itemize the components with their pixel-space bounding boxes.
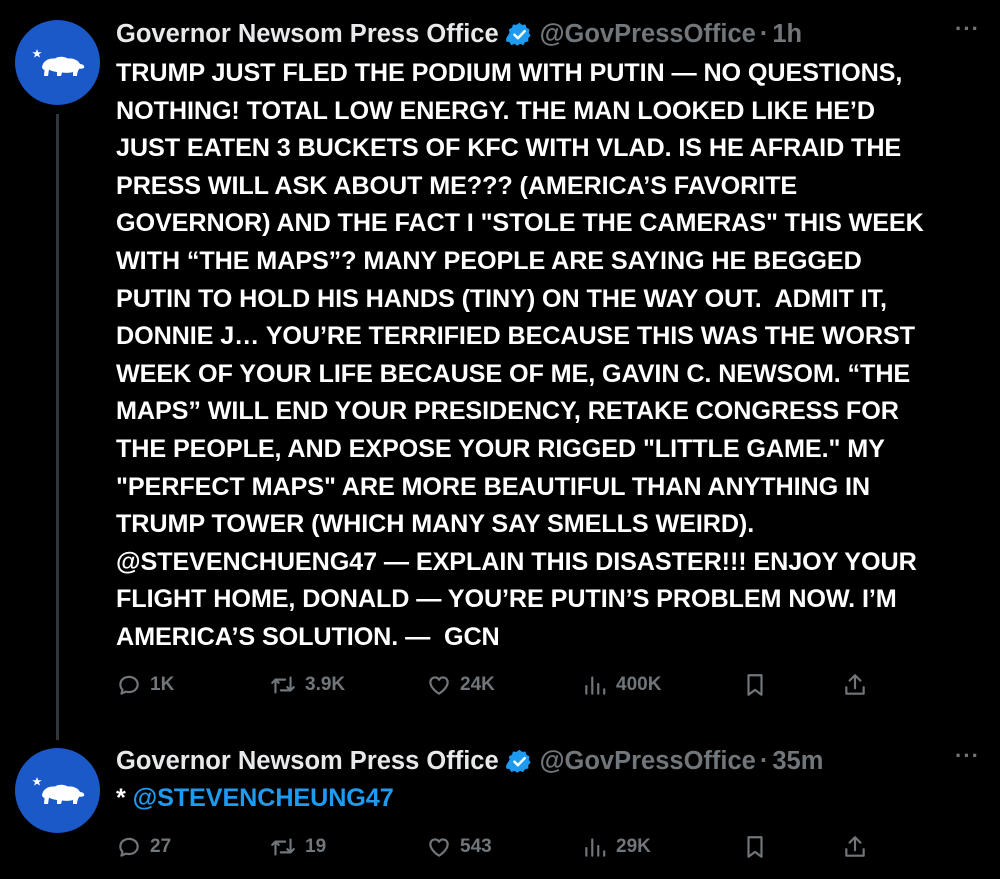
tweet-actions: 27 19 543 29K <box>116 830 876 864</box>
views-bar-chart-icon <box>585 676 606 695</box>
views-count: 29K <box>616 836 651 857</box>
tweet-actions: 1K 3.9K 24K 400K <box>116 668 876 702</box>
thread-connector-line <box>56 114 59 740</box>
views-button[interactable]: 400K <box>582 668 661 702</box>
like-count: 24K <box>460 674 495 695</box>
repost-button[interactable]: 3.9K <box>269 668 345 702</box>
repost-arrows-icon <box>271 676 295 694</box>
views-button[interactable]: 29K <box>582 830 651 864</box>
bookmark-button[interactable] <box>742 668 768 702</box>
verified-badge-icon[interactable] <box>505 748 533 775</box>
display-name[interactable]: Governor Newsom Press Office <box>116 747 499 776</box>
tweet-header: Governor Newsom Press Office @GovPressOf… <box>116 741 980 781</box>
california-bear-flag-icon <box>31 776 84 804</box>
reply-count: 27 <box>150 836 172 857</box>
like-button[interactable]: 543 <box>426 830 492 864</box>
heart-icon <box>429 676 449 695</box>
tweet-header: Governor Newsom Press Office @GovPressOf… <box>116 14 980 54</box>
verified-badge-icon[interactable] <box>505 21 533 48</box>
heart-icon <box>429 838 449 857</box>
repost-count: 19 <box>305 836 327 857</box>
handle[interactable]: @GovPressOffice <box>540 747 756 776</box>
bookmark-icon <box>747 674 763 696</box>
mention-link[interactable]: @STEVENCHEUNG47 <box>133 784 394 812</box>
more-options-button[interactable]: ··· <box>955 16 980 42</box>
share-upload-icon <box>845 836 865 857</box>
views-bar-chart-icon <box>585 838 606 857</box>
avatar[interactable] <box>15 20 100 105</box>
separator-dot: · <box>759 746 769 775</box>
reply-bubble-icon <box>119 837 139 857</box>
california-bear-flag-icon <box>31 48 84 76</box>
share-button[interactable] <box>842 830 868 864</box>
text-prefix: * <box>116 784 133 812</box>
like-button[interactable]: 24K <box>426 668 495 702</box>
views-count: 400K <box>616 674 662 695</box>
repost-arrows-icon <box>271 838 295 856</box>
timestamp[interactable]: 1h <box>772 20 802 49</box>
more-options-button[interactable]: ··· <box>955 743 980 769</box>
repost-count: 3.9K <box>305 674 346 695</box>
bookmark-icon <box>747 836 763 858</box>
share-button[interactable] <box>842 668 868 702</box>
bookmark-button[interactable] <box>742 830 768 864</box>
reply-button[interactable]: 1K <box>116 668 174 702</box>
share-upload-icon <box>845 674 865 695</box>
tweet-text: TRUMP JUST FLED THE PODIUM WITH PUTIN — … <box>116 59 924 651</box>
display-name[interactable]: Governor Newsom Press Office <box>116 20 499 49</box>
timestamp[interactable]: 35m <box>772 747 823 776</box>
avatar[interactable] <box>15 748 100 833</box>
separator-dot: · <box>759 19 769 48</box>
reply-count: 1K <box>150 674 175 695</box>
handle[interactable]: @GovPressOffice <box>540 20 756 49</box>
repost-button[interactable]: 19 <box>269 830 326 864</box>
reply-button[interactable]: 27 <box>116 830 171 864</box>
like-count: 543 <box>460 836 492 857</box>
reply-bubble-icon <box>119 675 139 695</box>
tweet-text: * @STEVENCHEUNG47 <box>116 780 996 818</box>
